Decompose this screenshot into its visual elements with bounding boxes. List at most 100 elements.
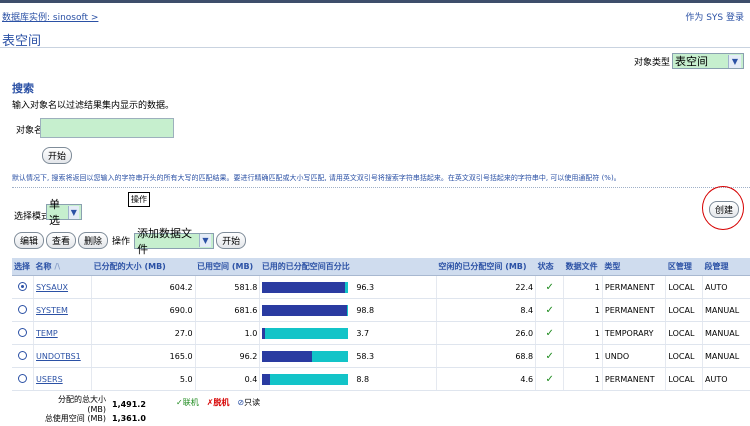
create-button[interactable]: 创建 [709,201,740,218]
chevron-down-icon[interactable]: ▼ [198,234,212,247]
usage-pct-label: 8.8 [356,374,370,384]
row-radio[interactable] [18,304,28,314]
usage-bar [262,327,349,339]
table-row: UNDOTBS1 165.0 96.2 58.3 68.8 ✓ 1 UNDO L… [12,344,750,368]
usage-pct-label: 58.3 [356,351,375,361]
tablespace-name-link[interactable]: SYSAUX [36,283,68,292]
table-header-row: 选择 名称 /\ 已分配的大小 (MB) 已用空间 (MB) 已用的已分配空间百… [12,258,750,276]
usage-pct-label: 3.7 [356,328,370,338]
tablespace-name-link[interactable]: USERS [36,375,63,384]
allocated-cell: 165.0 [91,344,196,368]
table-row: SYSAUX 604.2 581.8 96.3 22.4 ✓ 1 PERMANE… [12,275,750,299]
legend-offline: ✗脱机 [206,398,230,407]
usage-bar [262,281,349,293]
allocated-cell: 690.0 [91,298,196,322]
search-section-title: 搜索 [12,82,34,95]
datafiles-cell: 1 [563,367,603,391]
col-type[interactable]: 类型 [602,258,666,276]
legend-readonly: 只读 [244,398,261,407]
summary-used-value: 1,361.0 [112,413,146,423]
type-cell: PERMANENT [601,298,666,322]
tablespace-name-link[interactable]: SYSTEM [36,306,68,315]
type-cell: UNDO [601,344,666,368]
object-type-value: 表空间 [675,55,708,68]
col-name[interactable]: 名称 /\ [33,258,92,276]
row-select-cell [12,298,34,322]
selection-mode-value: 单选 [49,198,60,227]
usage-bar-fill [262,281,346,293]
usage-bar-fill [262,327,266,339]
object-name-label: 对象名 [16,126,44,136]
selection-mode-select[interactable]: 单选 ▼ [46,198,82,227]
summary-block: 分配的总大小 (MB) 1,491.2 总使用空间 (MB) 1,361.0 [44,395,146,425]
table-toolbar: 编辑 查看 删除 操作 添加数据文件 ▼ 开始 [14,227,247,256]
name-cell: SYSAUX [33,275,92,299]
col-datafiles[interactable]: 数据文件 [563,258,603,276]
object-name-input[interactable] [40,118,174,138]
edit-button[interactable]: 编辑 [14,232,45,249]
free-cell: 22.4 [435,275,536,299]
free-cell: 8.4 [435,298,536,322]
col-segment-mgmt[interactable]: 段管理 [702,258,750,276]
col-free[interactable]: 空闲的已分配空间 (MB) [436,258,536,276]
segment-mgmt-cell: AUTO [702,275,750,299]
col-status[interactable]: 状态 [535,258,564,276]
type-cell: PERMANENT [601,275,666,299]
tablespace-name-link[interactable]: TEMP [36,329,58,338]
legend-readonly-group: ⊘只读 [237,397,260,408]
actions-tooltip: 操作 [128,192,150,207]
object-type-label: 对象类型 [633,57,670,68]
chevron-down-icon[interactable]: ▼ [67,205,79,219]
chevron-down-icon[interactable]: ▼ [728,54,741,68]
allocated-cell: 604.2 [91,275,196,299]
col-used-pct[interactable]: 已用的已分配空间百分比 [259,258,437,276]
tablespace-name-link[interactable]: UNDOTBS1 [36,352,81,361]
name-cell: USERS [33,367,92,391]
row-radio[interactable] [18,327,28,337]
type-cell: PERMANENT [601,367,666,391]
usage-bar [262,304,349,316]
status-cell: ✓ [535,275,564,299]
status-cell: ✓ [535,344,564,368]
delete-button[interactable]: 删除 [78,232,109,249]
login-info: 作为 SYS 登录 [685,13,744,23]
allocated-cell: 5.0 [91,367,196,391]
row-radio[interactable] [18,350,28,360]
col-extent-mgmt[interactable]: 区管理 [665,258,703,276]
selection-mode-label: 选择模式 [14,212,51,222]
used-cell: 1.0 [194,321,260,345]
search-go-button[interactable]: 开始 [42,147,73,164]
usage-bar-fill [262,350,313,362]
row-select-cell [12,367,34,391]
col-used[interactable]: 已用空间 (MB) [195,258,260,276]
used-pct-cell: 58.3 [259,344,437,368]
summary-used-label: 总使用空间 (MB) [44,413,106,423]
usage-pct-label: 96.3 [356,282,375,292]
sort-icon[interactable]: /\ [54,262,60,271]
segment-mgmt-cell: MANUAL [702,344,750,368]
usage-bar-fill [262,304,348,316]
object-type-control: 对象类型 表空间 ▼ [634,53,744,69]
row-radio[interactable] [18,281,28,291]
action-select[interactable]: 添加数据文件 ▼ [134,227,215,256]
segment-mgmt-cell: MANUAL [702,298,750,322]
view-button[interactable]: 查看 [46,232,77,249]
free-cell: 26.0 [435,321,536,345]
tablespace-table: 选择 名称 /\ 已分配的大小 (MB) 已用空间 (MB) 已用的已分配空间百… [12,258,750,391]
dotted-divider [12,187,750,188]
summary-allocated-row: 分配的总大小 (MB) 1,491.2 [44,395,146,414]
used-cell: 681.6 [194,298,260,322]
breadcrumb[interactable]: 数据库实例: sinosoft > [2,10,98,23]
online-check-icon: ✓ [545,281,554,293]
type-cell: TEMPORARY [601,321,666,345]
col-allocated[interactable]: 已分配的大小 (MB) [91,258,196,276]
online-check-icon: ✓ [545,304,554,316]
top-bar [0,0,750,3]
action-go-button[interactable]: 开始 [216,232,247,249]
status-cell: ✓ [535,298,564,322]
used-pct-cell: 3.7 [259,321,437,345]
search-description: 输入对象名以过滤结果集内显示的数据。 [12,101,175,111]
extent-mgmt-cell: LOCAL [665,344,703,368]
object-type-select[interactable]: 表空间 ▼ [672,53,744,69]
row-radio[interactable] [18,373,28,383]
